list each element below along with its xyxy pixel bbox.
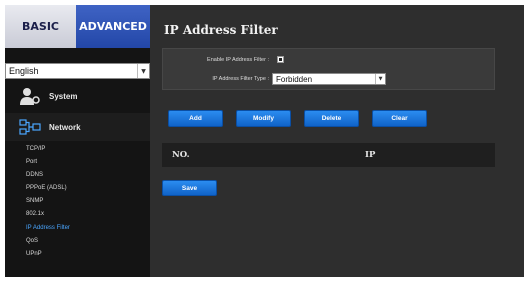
column-no: NO. [172, 150, 190, 160]
sidebar-item-upnp[interactable]: UPnP [26, 248, 70, 261]
sidebar-item-port[interactable]: Port [26, 156, 70, 169]
language-select[interactable]: English ▼ [5, 63, 150, 79]
router-admin-frame: BASIC ADVANCED English ▼ System Network [5, 5, 524, 277]
enable-filter-checkbox[interactable] [277, 56, 284, 63]
network-submenu: TCP/IP Port DDNS PPPoE (ADSL) SNMP 802.1… [26, 143, 70, 261]
sidebar-item-system[interactable]: System [5, 83, 150, 109]
page-title: IP Address Filter [164, 23, 278, 37]
filter-type-value: Forbidden [276, 74, 313, 84]
chevron-down-icon: ▼ [375, 74, 385, 84]
language-value: English [9, 66, 39, 76]
sidebar-item-8021x[interactable]: 802.1x [26, 208, 70, 221]
tab-basic[interactable]: BASIC [5, 5, 76, 48]
modify-button[interactable]: Modify [236, 110, 291, 127]
save-button[interactable]: Save [162, 180, 217, 196]
enable-filter-row: Enable IP Address Filter : [163, 56, 284, 63]
sidebar-item-pppoe[interactable]: PPPoE (ADSL) [26, 182, 70, 195]
sidebar-item-qos[interactable]: QoS [26, 235, 70, 248]
sidebar-item-network[interactable]: Network [5, 113, 150, 141]
filter-table-header: NO. IP [162, 143, 495, 167]
sidebar-item-ip-address-filter[interactable]: IP Address Filter [26, 222, 70, 235]
chevron-down-icon: ▼ [137, 64, 149, 78]
network-icon [19, 119, 41, 135]
sidebar-item-tcpip[interactable]: TCP/IP [26, 143, 70, 156]
enable-filter-label: Enable IP Address Filter : [207, 56, 269, 63]
user-gear-icon [20, 88, 40, 105]
delete-button[interactable]: Delete [304, 110, 359, 127]
filter-settings-panel: Enable IP Address Filter : IP Address Fi… [162, 48, 495, 90]
filter-type-label: IP Address Filter Type : [212, 76, 269, 82]
sidebar-item-system-label: System [49, 91, 78, 101]
tab-advanced[interactable]: ADVANCED [76, 5, 150, 48]
sidebar: BASIC ADVANCED English ▼ System Network [5, 5, 150, 277]
add-button[interactable]: Add [168, 110, 223, 127]
column-ip: IP [365, 150, 376, 160]
sidebar-item-snmp[interactable]: SNMP [26, 195, 70, 208]
sidebar-item-network-label: Network [49, 122, 81, 132]
clear-button[interactable]: Clear [372, 110, 427, 127]
filter-type-row: IP Address Filter Type : Forbidden ▼ [163, 73, 386, 85]
mode-tabs: BASIC ADVANCED [5, 5, 150, 48]
filter-type-select[interactable]: Forbidden ▼ [272, 73, 386, 85]
sidebar-item-ddns[interactable]: DDNS [26, 169, 70, 182]
main-content: IP Address Filter Enable IP Address Filt… [150, 5, 524, 277]
